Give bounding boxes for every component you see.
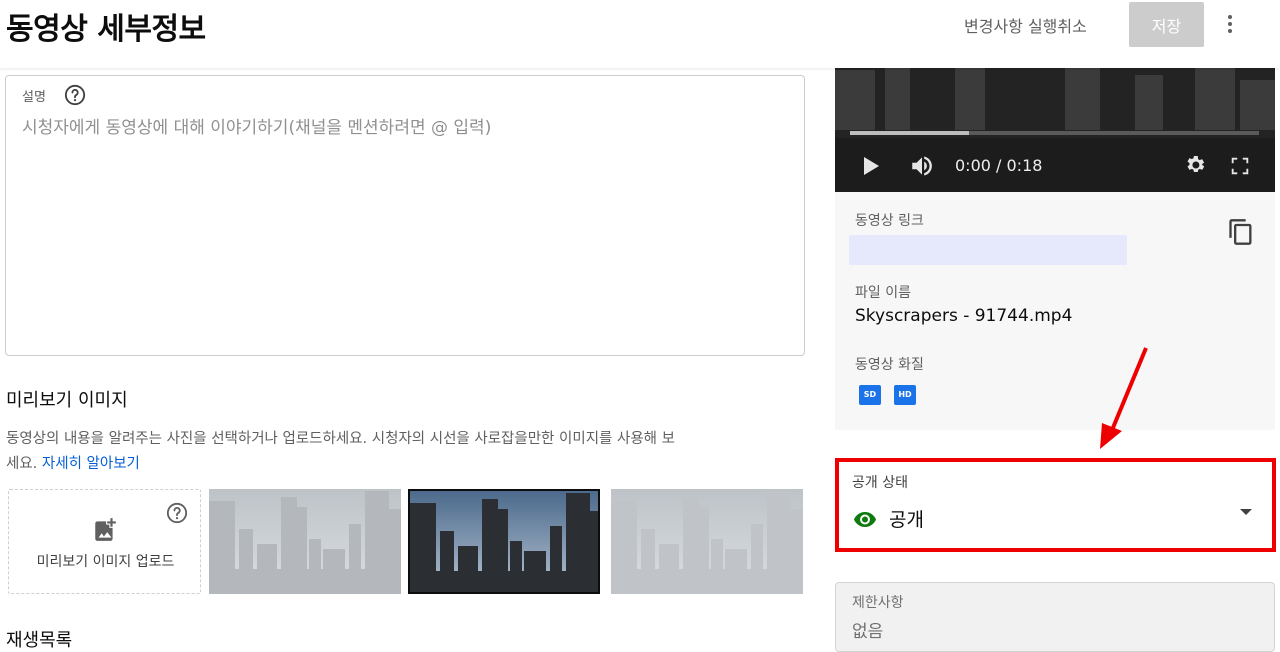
thumbnail-description-line: 동영상의 내용을 알려주는 사진을 선택하거나 업로드하세요. 시청자의 시선을… bbox=[6, 431, 675, 447]
eye-icon bbox=[854, 512, 876, 527]
visibility-label: 공개 상태 bbox=[852, 475, 908, 491]
playlist-section-title: 재생목록 bbox=[6, 630, 73, 651]
description-placeholder: 시청자에게 동영상에 대해 이야기하기(채널을 멘션하려면 @ 입력) bbox=[22, 118, 492, 138]
volume-icon[interactable] bbox=[909, 153, 935, 179]
thumbnail-description: 동영상의 내용을 알려주는 사진을 선택하거나 업로드하세요. 시청자의 시선을… bbox=[6, 427, 806, 477]
chevron-down-icon bbox=[1240, 509, 1252, 515]
save-button[interactable]: 저장 bbox=[1129, 2, 1204, 47]
file-name: Skyscrapers - 91744.mp4 bbox=[855, 306, 1073, 326]
visibility-value: 공개 bbox=[889, 509, 924, 531]
copy-icon[interactable] bbox=[1227, 217, 1255, 247]
thumbnail-upload-button[interactable]: 미리보기 이미지 업로드 bbox=[8, 489, 201, 594]
video-frame bbox=[835, 60, 1275, 192]
restrictions-value: 없음 bbox=[852, 622, 884, 642]
help-icon[interactable] bbox=[64, 84, 86, 106]
description-label: 설명 bbox=[22, 90, 46, 105]
add-photo-icon bbox=[95, 518, 116, 541]
cityscape-image bbox=[209, 489, 401, 594]
description-field[interactable]: 설명 시청자에게 동영상에 대해 이야기하기(채널을 멘션하려면 @ 입력) bbox=[5, 75, 805, 356]
video-link-value[interactable] bbox=[849, 235, 1127, 265]
thumbnail-section-title: 미리보기 이미지 bbox=[6, 390, 128, 411]
video-link-label: 동영상 링크 bbox=[855, 213, 924, 229]
visibility-dropdown[interactable]: 공개 상태 공개 bbox=[835, 458, 1276, 552]
video-info-panel: 동영상 링크 파일 이름 Skyscrapers - 91744.mp4 동영상… bbox=[835, 192, 1275, 430]
video-quality-label: 동영상 화질 bbox=[855, 357, 924, 373]
settings-gear-icon[interactable] bbox=[1183, 153, 1207, 177]
thumbnail-description-line: 세요. bbox=[6, 456, 38, 472]
progress-played bbox=[850, 131, 969, 135]
thumbnail-option-selected[interactable] bbox=[408, 489, 600, 594]
top-header: 동영상 세부정보 변경사항 실행취소 저장 bbox=[0, 0, 1280, 68]
cityscape-image bbox=[410, 491, 598, 592]
video-player[interactable]: 0:00 / 0:18 bbox=[835, 60, 1275, 192]
play-icon[interactable] bbox=[861, 155, 881, 177]
progress-bar[interactable] bbox=[850, 131, 1259, 135]
hd-badge: HD bbox=[894, 385, 916, 405]
learn-more-link[interactable]: 자세히 알아보기 bbox=[42, 456, 140, 472]
fullscreen-icon[interactable] bbox=[1229, 155, 1251, 177]
cityscape-image bbox=[611, 489, 803, 594]
file-name-label: 파일 이름 bbox=[855, 285, 911, 301]
undo-changes-button[interactable]: 변경사항 실행취소 bbox=[964, 13, 1087, 37]
upload-thumbnail-label: 미리보기 이미지 업로드 bbox=[36, 554, 175, 570]
video-time: 0:00 / 0:18 bbox=[955, 156, 1043, 175]
thumbnail-option[interactable] bbox=[209, 489, 401, 594]
more-vert-icon[interactable] bbox=[1218, 12, 1242, 36]
help-icon[interactable] bbox=[166, 502, 188, 524]
restrictions-label: 제한사항 bbox=[852, 595, 904, 611]
restrictions-field: 제한사항 없음 bbox=[835, 582, 1275, 652]
thumbnail-option[interactable] bbox=[611, 489, 803, 594]
page-title: 동영상 세부정보 bbox=[6, 12, 206, 47]
sd-badge: SD bbox=[859, 385, 881, 405]
